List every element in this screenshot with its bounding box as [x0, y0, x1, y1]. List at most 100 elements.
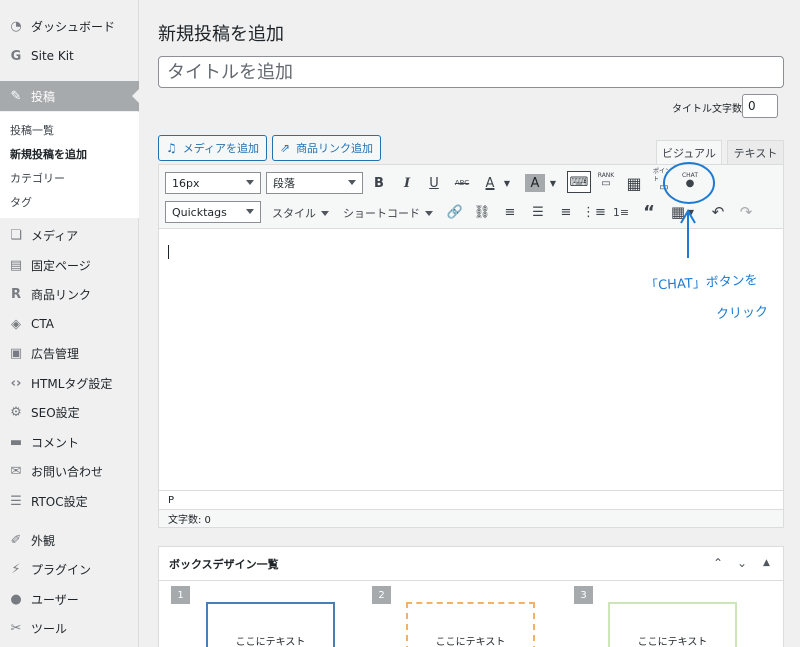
sidebar-item-7[interactable]: ◈ CTA: [0, 310, 139, 338]
point-icon: ▭: [659, 182, 669, 193]
sidebar-item-11[interactable]: ▬ コメント: [0, 428, 139, 456]
table-grid-button[interactable]: ▦: [623, 172, 645, 194]
collapse-panel-icon[interactable]: ▲: [763, 558, 770, 568]
sidebar-item-label: 外観: [31, 533, 56, 548]
sidebar-item-3[interactable]: ✎ 投稿: [0, 81, 139, 111]
sidebar-item-12[interactable]: ✉ お問い合わせ: [0, 457, 139, 485]
remove-link-button[interactable]: ⛓: [471, 201, 493, 223]
add-product-link-button[interactable]: ⇗ 商品リンク追加: [272, 135, 382, 161]
comment-icon: ▬: [9, 434, 23, 450]
move-down-icon[interactable]: ⌄: [737, 556, 747, 570]
sidebar-item-1[interactable]: ◔ ダッシュボード: [0, 12, 139, 40]
highlight-color-dropdown[interactable]: ▼: [547, 172, 559, 194]
move-up-icon[interactable]: ⌃: [713, 556, 723, 570]
wrench-icon: ✂: [10, 620, 22, 636]
sidebar-item-label: CTA: [31, 317, 54, 331]
sidebar-item-2[interactable]: G Site Kit: [0, 42, 139, 70]
sidebar-item-5[interactable]: ▤ 固定ページ: [0, 251, 139, 279]
brush-icon: ✐: [10, 532, 22, 548]
style-dropdown[interactable]: スタイル: [272, 205, 329, 221]
shortcode-dropdown[interactable]: ショートコード: [343, 205, 433, 221]
keyboard-icon[interactable]: ⌨: [567, 171, 591, 193]
chat-button[interactable]: CHAT ●: [679, 169, 701, 191]
submenu-item-all-posts[interactable]: 投稿一覧: [10, 122, 54, 138]
sidebar-item-16[interactable]: ● ユーザー: [0, 585, 139, 613]
media-icon: ♫: [166, 141, 177, 155]
sidebar-item-label: HTMLタグ設定: [31, 376, 113, 391]
user-icon: ●: [10, 591, 22, 607]
align-right-button[interactable]: ≡: [555, 201, 577, 223]
sidebar-item-13[interactable]: ☰ RTOC設定: [0, 487, 139, 515]
box-number-3: 3: [574, 586, 593, 604]
quicktags-value: Quicktags: [172, 205, 227, 219]
align-left-button[interactable]: ≡: [499, 201, 521, 223]
sidebar-item-label: 投稿: [31, 89, 56, 104]
numbered-list-button[interactable]: 1≡: [610, 201, 632, 223]
blockquote-button[interactable]: “: [638, 201, 660, 223]
rank-button[interactable]: RANK ▭: [595, 169, 617, 191]
title-count-value: 0: [742, 94, 778, 118]
align-center-button[interactable]: ☰: [527, 201, 549, 223]
ad-icon: ▣: [9, 345, 23, 361]
sidebar-item-label: 商品リンク: [31, 287, 92, 302]
paragraph-format-select[interactable]: 段落: [266, 172, 363, 194]
box-design-preview-2[interactable]: ここにテキスト: [406, 602, 535, 647]
sidebar-item-label: ダッシュボード: [31, 19, 116, 34]
admin-sidebar: 投稿一覧 新規投稿を追加 カテゴリー タグ ◔ ダッシュボード G Site Kit ✎…: [0, 0, 139, 647]
paragraph-format-value: 段落: [273, 177, 295, 190]
code-icon: ‹›: [10, 375, 22, 391]
submenu-item-categories[interactable]: カテゴリー: [10, 170, 65, 186]
table-dropdown[interactable]: ▼: [685, 201, 697, 223]
insert-link-button[interactable]: 🔗: [444, 201, 466, 223]
annotation-text-line2: クリック: [715, 304, 769, 323]
point-button[interactable]: ポイント ▭: [653, 168, 675, 193]
add-media-button[interactable]: ♫ メディアを追加: [158, 135, 267, 161]
sidebar-item-4[interactable]: ❏ メディア: [0, 221, 139, 249]
editor-toolbar: 16px 段落 B I U ABC A ▼ A ▼ ⌨ RANK ▭ ▦ ポイント…: [159, 165, 783, 229]
sidebar-item-10[interactable]: ⚙ SEO設定: [0, 398, 139, 426]
google-g-icon: G: [10, 48, 22, 64]
sidebar-item-14[interactable]: ✐ 外観: [0, 526, 139, 554]
pin-icon: ✎: [10, 88, 22, 104]
font-size-select[interactable]: 16px: [165, 172, 261, 194]
sidebar-item-label: RTOC設定: [31, 494, 88, 509]
redo-button[interactable]: ↷: [735, 201, 757, 223]
editor-content-area[interactable]: [159, 230, 783, 490]
bold-button[interactable]: B: [368, 172, 390, 194]
sidebar-item-label: 固定ページ: [31, 258, 91, 273]
word-count: 文字数: 0: [159, 509, 783, 527]
speech-bubble-icon: ●: [685, 178, 695, 189]
box-design-preview-3[interactable]: ここにテキスト: [608, 602, 737, 647]
box-design-preview-1[interactable]: ここにテキスト: [206, 602, 335, 647]
text-cursor: [168, 245, 169, 259]
tab-visual[interactable]: ビジュアル: [656, 140, 722, 164]
undo-button[interactable]: ↶: [707, 201, 729, 223]
text-color-button[interactable]: A: [479, 172, 501, 194]
sidebar-item-15[interactable]: ⚡ プラグイン: [0, 555, 139, 583]
list-icon: ☰: [10, 493, 22, 509]
text-color-dropdown[interactable]: ▼: [501, 172, 513, 194]
tab-text[interactable]: テキスト: [727, 140, 784, 164]
bullet-list-button[interactable]: ⋮≡: [582, 201, 606, 223]
quicktags-select[interactable]: Quicktags: [165, 201, 261, 223]
sidebar-item-9[interactable]: ‹› HTMLタグ設定: [0, 369, 139, 397]
sidebar-item-8[interactable]: ▣ 広告管理: [0, 339, 139, 367]
submenu-item-tags[interactable]: タグ: [10, 194, 32, 210]
underline-button[interactable]: U: [423, 172, 445, 194]
highlight-color-button[interactable]: A: [525, 174, 545, 192]
tag-icon: ◈: [11, 316, 21, 332]
sidebar-item-6[interactable]: R 商品リンク: [0, 280, 139, 308]
element-path-bar: P: [159, 490, 783, 509]
post-title-input[interactable]: [158, 56, 784, 88]
mail-icon: ✉: [10, 463, 22, 479]
italic-button[interactable]: I: [396, 172, 418, 194]
sidebar-item-17[interactable]: ✂ ツール: [0, 614, 139, 642]
dashboard-icon: ◔: [10, 18, 22, 34]
external-link-icon: ⇗: [280, 141, 291, 155]
media-icon: ❏: [10, 227, 22, 243]
submenu-item-add-new[interactable]: 新規投稿を追加: [10, 146, 87, 162]
strikethrough-button[interactable]: ABC: [451, 172, 473, 194]
rinker-r-icon: R: [10, 286, 21, 302]
posts-submenu: 投稿一覧 新規投稿を追加 カテゴリー タグ: [0, 112, 139, 218]
page-icon: ▤: [9, 257, 23, 273]
